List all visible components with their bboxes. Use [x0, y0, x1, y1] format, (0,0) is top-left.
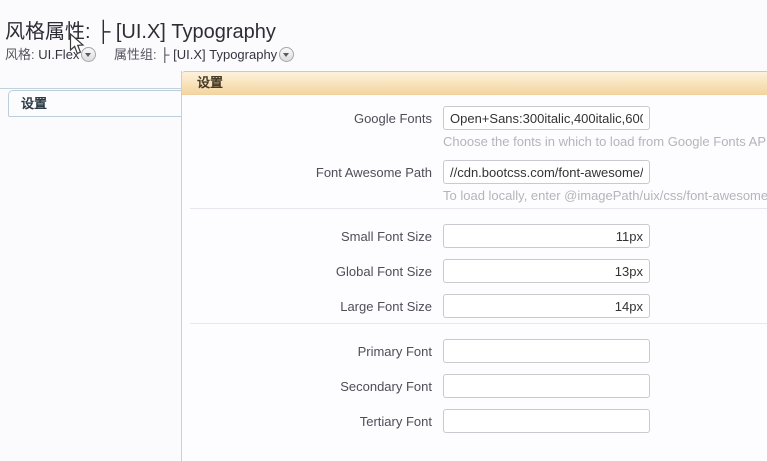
- field-tertiary-font: Tertiary Font: [182, 409, 767, 433]
- field-font-awesome-path: Font Awesome Path To load locally, enter …: [182, 160, 767, 203]
- section-header-settings[interactable]: 设置: [182, 71, 767, 95]
- tertiary-font-input[interactable]: [443, 409, 650, 433]
- page-title: 风格属性: ├ [UI.X] Typography: [5, 15, 276, 44]
- primary-font-input[interactable]: [443, 339, 650, 363]
- small-font-size-input[interactable]: [443, 224, 650, 248]
- breadcrumb-bar: 风格: UI.Flex 属性组: ├ [UI.X] Typography: [5, 44, 294, 63]
- group-value: ├ [UI.X] Typography: [160, 47, 277, 62]
- global-font-size-input[interactable]: [443, 259, 650, 283]
- field-secondary-font: Secondary Font: [182, 374, 767, 398]
- field-large-font-size: Large Font Size: [182, 294, 767, 318]
- google-fonts-input[interactable]: [443, 106, 650, 130]
- field-primary-font: Primary Font: [182, 339, 767, 363]
- primary-font-label: Primary Font: [182, 344, 432, 359]
- google-fonts-label: Google Fonts: [182, 111, 432, 126]
- tertiary-font-label: Tertiary Font: [182, 414, 432, 429]
- font-awesome-path-input[interactable]: [443, 160, 650, 184]
- tabstrip-top-border: [0, 88, 182, 89]
- section-header-label: 设置: [197, 75, 223, 90]
- group-divider: [190, 208, 767, 209]
- group-dropdown-icon[interactable]: [279, 47, 294, 62]
- mouse-cursor-icon: [69, 33, 86, 56]
- tab-settings-label: 设置: [21, 96, 47, 111]
- group-label: 属性组:: [114, 47, 157, 62]
- large-font-size-input[interactable]: [443, 294, 650, 318]
- font-awesome-path-label: Font Awesome Path: [182, 165, 432, 180]
- style-label: 风格:: [5, 47, 35, 62]
- field-google-fonts: Google Fonts Choose the fonts in which to…: [182, 106, 767, 149]
- large-font-size-label: Large Font Size: [182, 299, 432, 314]
- field-global-font-size: Global Font Size: [182, 259, 767, 283]
- global-font-size-label: Global Font Size: [182, 264, 432, 279]
- secondary-font-label: Secondary Font: [182, 379, 432, 394]
- small-font-size-label: Small Font Size: [182, 229, 432, 244]
- font-awesome-path-help-text: To load locally, enter @imagePath/uix/cs…: [443, 188, 767, 203]
- google-fonts-help-text: Choose the fonts in which to load from G…: [443, 134, 767, 149]
- tab-settings[interactable]: 设置: [8, 90, 181, 117]
- field-small-font-size: Small Font Size: [182, 224, 767, 248]
- group-divider: [190, 323, 767, 324]
- secondary-font-input[interactable]: [443, 374, 650, 398]
- settings-form: Google Fonts Choose the fonts in which to…: [182, 95, 767, 461]
